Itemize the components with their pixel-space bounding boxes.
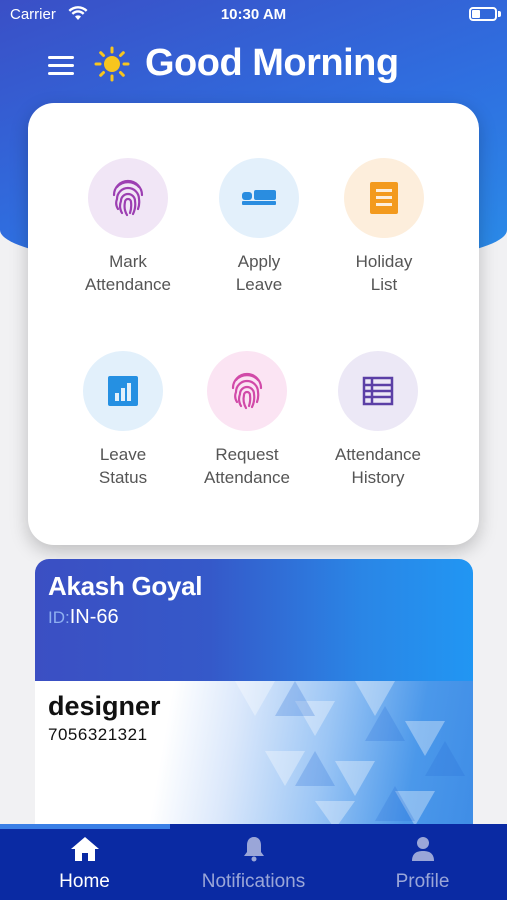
greeting-title: Good Morning xyxy=(145,42,399,84)
list-icon xyxy=(370,182,398,214)
request-attendance-icon-circle xyxy=(207,351,287,431)
quick-actions-card: MarkAttendance ApplyLeave HolidayList xyxy=(28,103,479,545)
leave-status-icon-circle xyxy=(83,351,163,431)
nav-profile-label: Profile xyxy=(395,871,450,892)
employee-id-prefix: ID: xyxy=(48,608,70,627)
nav-home[interactable]: Home xyxy=(0,836,169,893)
profile-card-header: Akash Goyal ID:IN-66 xyxy=(35,559,473,681)
request-attendance-action[interactable]: Request Attendance xyxy=(177,351,317,489)
employee-id-value: IN-66 xyxy=(69,606,119,628)
profile-card-body: designer 7056321321 xyxy=(35,681,473,829)
mark-attendance-action[interactable]: Mark Attendance xyxy=(58,158,198,296)
app-header: Good Morning xyxy=(0,40,507,90)
battery-nub xyxy=(498,11,501,17)
mark-attendance-label: Mark Attendance xyxy=(84,252,171,294)
holiday-list-icon-circle xyxy=(344,158,424,238)
employee-role: designer xyxy=(48,691,161,721)
employee-id: ID:IN-66 xyxy=(48,606,119,629)
menu-icon[interactable] xyxy=(48,56,74,76)
leave-status-label: Leave Status xyxy=(98,445,148,487)
employee-name: Akash Goyal xyxy=(48,571,203,601)
status-bar: Carrier 10:30 AM xyxy=(0,0,507,30)
bottom-navigation: Home Notifications Profile xyxy=(0,824,507,900)
profile-card[interactable]: Akash Goyal ID:IN-66 designer 7056321321 xyxy=(35,559,473,829)
apply-leave-label: Apply Leave xyxy=(235,252,283,294)
sun-icon xyxy=(94,46,130,82)
fingerprint-icon xyxy=(231,372,263,410)
apply-leave-action[interactable]: Apply Leave xyxy=(189,158,329,296)
leave-status-action[interactable]: Leave Status xyxy=(53,351,193,489)
attendance-history-action[interactable]: Attendance History xyxy=(308,351,448,489)
active-tab-indicator xyxy=(0,824,170,829)
attendance-history-icon-circle xyxy=(338,351,418,431)
apply-leave-icon-circle xyxy=(219,158,299,238)
nav-home-label: Home xyxy=(59,871,110,892)
person-icon xyxy=(411,837,434,861)
bell-icon xyxy=(243,837,264,862)
nav-notifications-label: Notifications xyxy=(201,871,306,892)
fingerprint-icon xyxy=(112,179,144,217)
nav-profile[interactable]: Profile xyxy=(338,836,507,893)
holiday-list-action[interactable]: Holiday List xyxy=(314,158,454,296)
mark-attendance-icon-circle xyxy=(88,158,168,238)
request-attendance-label: Request Attendance xyxy=(203,445,290,487)
nav-notifications[interactable]: Notifications xyxy=(169,836,338,893)
attendance-history-label: Attendance History xyxy=(334,445,421,487)
clock: 10:30 AM xyxy=(220,6,287,23)
table-icon xyxy=(362,376,394,406)
holiday-list-label: Holiday List xyxy=(355,252,413,294)
employee-phone: 7056321321 xyxy=(48,725,148,744)
home-icon xyxy=(70,837,99,861)
battery-icon xyxy=(469,7,497,21)
bed-icon xyxy=(242,190,276,205)
bar-chart-icon xyxy=(108,376,138,406)
